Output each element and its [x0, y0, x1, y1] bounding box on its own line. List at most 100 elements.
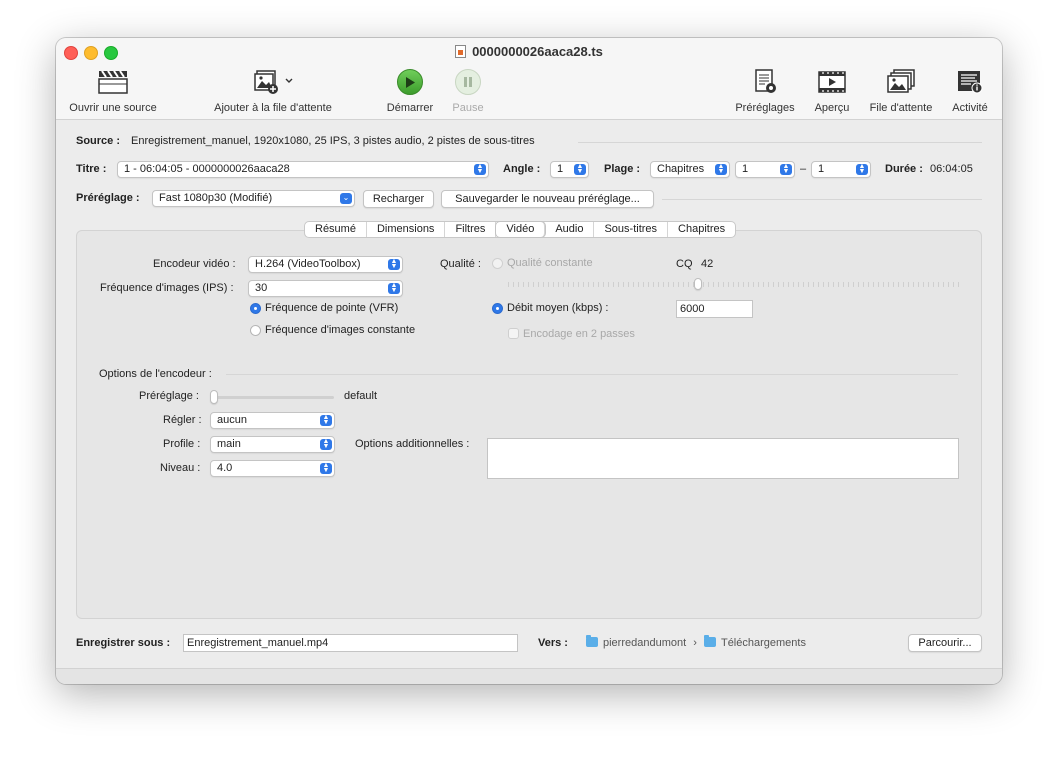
- encoder-options-divider: [226, 374, 958, 375]
- add-photo-icon: [206, 68, 340, 96]
- additional-options-textarea[interactable]: [487, 438, 959, 479]
- fps-label: Fréquence d'images (IPS) :: [100, 282, 234, 294]
- source-info: Enregistrement_manuel, 1920x1080, 25 IPS…: [131, 135, 535, 147]
- constant-quality-label: Qualité constante: [507, 257, 593, 269]
- destination-label: Vers :: [538, 637, 568, 649]
- start-button[interactable]: Démarrer: [378, 68, 442, 114]
- title-label: Titre :: [76, 163, 107, 175]
- profile-select[interactable]: main ▲ ▼: [210, 436, 335, 453]
- presets-button[interactable]: Préréglages: [732, 68, 798, 114]
- tab-summary[interactable]: Résumé: [305, 222, 367, 237]
- encoder-options-header: Options de l'encodeur :: [99, 368, 212, 380]
- cq-prefix: CQ: [676, 258, 693, 270]
- encoder-preset-slider[interactable]: [212, 396, 334, 399]
- titlebar: 0000000026aaca28.ts Ouvrir une source Aj…: [56, 38, 1002, 120]
- two-pass-label: Encodage en 2 passes: [523, 328, 635, 340]
- preset-select[interactable]: Fast 1080p30 (Modifié) ⌄: [152, 190, 355, 207]
- quality-slider-ticks: [508, 282, 960, 287]
- browse-button[interactable]: Parcourir...: [908, 634, 982, 652]
- user-folder-icon: [586, 635, 598, 647]
- chevron-updown-icon: ▲ ▼: [320, 462, 332, 474]
- vfr-label: Fréquence de pointe (VFR): [265, 302, 399, 314]
- level-select[interactable]: 4.0 ▲ ▼: [210, 460, 335, 477]
- window-title: 0000000026aaca28.ts: [56, 44, 1002, 59]
- queue-photos-icon: [864, 68, 938, 96]
- angle-label: Angle :: [503, 163, 541, 175]
- save-new-preset-button[interactable]: Sauvegarder le nouveau préréglage...: [441, 190, 654, 208]
- source-divider: [578, 142, 982, 143]
- source-label: Source :: [76, 135, 121, 147]
- tab-audio[interactable]: Audio: [545, 222, 595, 237]
- range-end-select[interactable]: 1 ▲ ▼: [811, 161, 871, 178]
- preset-divider: [662, 199, 982, 200]
- encoder-label: Encodeur vidéo :: [153, 258, 236, 270]
- destination-path[interactable]: pierredandumont › Téléchargements: [586, 635, 806, 649]
- activity-button[interactable]: Activité: [948, 68, 992, 114]
- add-to-queue-button[interactable]: Ajouter à la file d'attente: [206, 68, 340, 114]
- range-type-select[interactable]: Chapitres ▲ ▼: [650, 161, 730, 178]
- constant-quality-radio[interactable]: [492, 258, 503, 269]
- encoder-preset-slider-knob[interactable]: [210, 390, 218, 404]
- chevron-updown-icon: ▲ ▼: [388, 282, 400, 294]
- angle-select[interactable]: 1 ▲ ▼: [550, 161, 589, 178]
- fps-select[interactable]: 30 ▲ ▼: [248, 280, 403, 297]
- filename-input[interactable]: Enregistrement_manuel.mp4: [183, 634, 518, 652]
- chevron-updown-icon: ▲ ▼: [715, 163, 727, 175]
- save-as-label: Enregistrer sous :: [76, 637, 171, 649]
- preview-button[interactable]: Aperçu: [808, 68, 856, 114]
- cfr-radio[interactable]: [250, 325, 261, 336]
- quality-slider-knob[interactable]: [694, 278, 702, 290]
- tune-label: Régler :: [163, 414, 202, 426]
- play-icon: [397, 69, 423, 95]
- range-label: Plage :: [604, 163, 641, 175]
- range-start-select[interactable]: 1 ▲ ▼: [735, 161, 795, 178]
- encoder-select[interactable]: H.264 (VideoToolbox) ▲ ▼: [248, 256, 403, 273]
- quality-label: Qualité :: [440, 258, 481, 270]
- tab-video[interactable]: Vidéo: [496, 222, 546, 237]
- chevron-updown-icon: ▲ ▼: [388, 258, 400, 270]
- presets-document-icon: [732, 68, 798, 96]
- pause-button[interactable]: Pause: [446, 68, 490, 114]
- duration-value: 06:04:05: [930, 163, 973, 175]
- additional-options-label: Options additionnelles :: [355, 438, 470, 450]
- preset-label: Préréglage :: [76, 192, 140, 204]
- preview-film-icon: [808, 68, 856, 96]
- title-select[interactable]: 1 - 06:04:05 - 0000000026aaca28 ▲ ▼: [117, 161, 489, 178]
- tab-dimensions[interactable]: Dimensions: [367, 222, 446, 237]
- profile-label: Profile :: [163, 438, 201, 450]
- level-label: Niveau :: [160, 462, 201, 474]
- encoder-preset-value: default: [344, 390, 378, 402]
- range-separator: –: [800, 163, 807, 175]
- pause-icon: [455, 69, 481, 95]
- chevron-updown-icon: ▲ ▼: [320, 438, 332, 450]
- downloads-folder-icon: [703, 635, 716, 647]
- cq-value: 42: [701, 258, 714, 270]
- chevron-down-icon: ⌄: [340, 193, 352, 204]
- cfr-label: Fréquence d'images constante: [265, 324, 416, 336]
- average-bitrate-label: Débit moyen (kbps) :: [507, 302, 609, 314]
- bitrate-input[interactable]: 6000: [676, 300, 753, 318]
- file-icon: [455, 45, 467, 58]
- duration-label: Durée :: [885, 163, 923, 175]
- tab-chapters[interactable]: Chapitres: [668, 222, 735, 237]
- reload-button[interactable]: Recharger: [363, 190, 434, 208]
- average-bitrate-radio[interactable]: [492, 303, 503, 314]
- chevron-updown-icon: ▲ ▼: [856, 163, 868, 175]
- tab-filters[interactable]: Filtres: [445, 222, 497, 237]
- two-pass-checkbox[interactable]: [508, 328, 519, 339]
- chevron-updown-icon: ▲ ▼: [780, 163, 792, 175]
- open-source-button[interactable]: Ouvrir une source: [66, 68, 160, 114]
- main-content: Source : Enregistrement_manuel, 1920x108…: [56, 120, 1002, 684]
- chevron-updown-icon: ▲ ▼: [320, 414, 332, 426]
- chevron-updown-icon: ▲ ▼: [574, 163, 586, 175]
- queue-button[interactable]: File d'attente: [864, 68, 938, 114]
- clapperboard-icon: [66, 68, 160, 96]
- tab-bar: Résumé Dimensions Filtres Vidéo Audio So…: [304, 221, 737, 238]
- activity-log-icon: [948, 68, 992, 96]
- app-window: 0000000026aaca28.ts Ouvrir une source Aj…: [56, 38, 1002, 684]
- vfr-radio[interactable]: [250, 303, 261, 314]
- chevron-updown-icon: ▲ ▼: [474, 163, 486, 175]
- tune-select[interactable]: aucun ▲ ▼: [210, 412, 335, 429]
- status-bar: [56, 668, 1002, 684]
- tab-subtitles[interactable]: Sous-titres: [594, 222, 669, 237]
